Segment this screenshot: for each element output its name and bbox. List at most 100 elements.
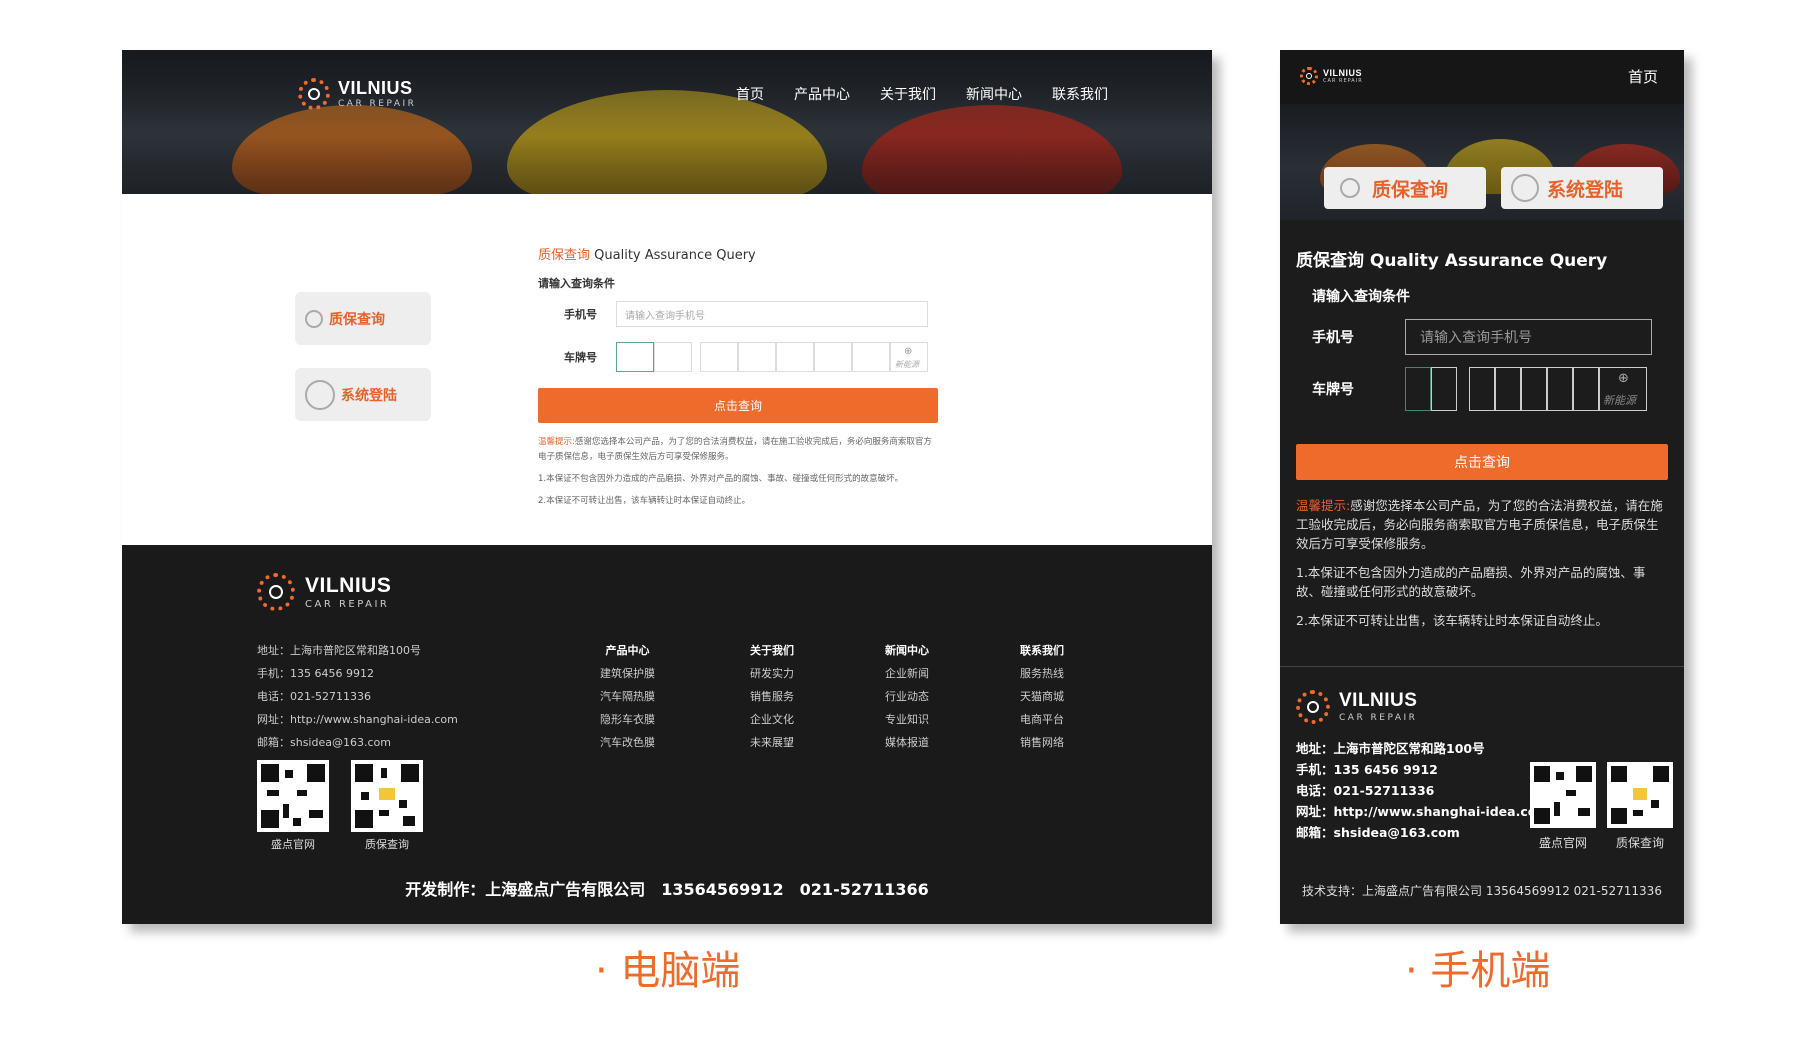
mobile-notice-label: 温馨提示: [1296,498,1351,513]
qr-caption: 盛点官网 [271,838,315,851]
plus-icon: ⊕ [1618,371,1629,386]
mobile-footer-logo[interactable]: VILNIUS CAR REPAIR [1296,690,1417,724]
footer-link[interactable]: 汽车隔热膜 [600,685,655,708]
m-contact-web[interactable]: 网址：http://www.shanghai-idea.com [1296,801,1549,822]
footer-link[interactable]: 电商平台 [1020,708,1064,731]
contact-tel: 电话：021-52711336 [257,690,371,703]
gear-logo-icon [1300,67,1318,85]
plate-cell[interactable] [1573,367,1599,411]
new-energy-label: 新能源 [895,360,919,369]
mobile-title-en: Quality Assurance Query [1369,251,1608,271]
plate-cell[interactable] [616,342,654,372]
plate-cell[interactable] [654,342,692,372]
query-title: 质保查询 Quality Assurance Query [538,244,938,263]
footer-link[interactable]: 企业文化 [750,708,794,731]
mobile-qr-official: 盛点官网 [1530,762,1596,851]
gear-logo-icon [1296,690,1330,724]
qr-caption: 质保查询 [365,838,409,851]
brand-tagline: CAR REPAIR [1339,713,1418,723]
mobile-warranty-button[interactable]: 质保查询 [1324,167,1486,209]
plate-cell[interactable] [1521,367,1547,411]
side-warranty-label: 质保查询 [329,311,385,328]
footer-link[interactable]: 销售网络 [1020,731,1064,754]
plate-cell[interactable] [700,342,738,372]
plate-cell[interactable] [776,342,814,372]
plate-cell[interactable] [1469,367,1495,411]
desktop-logo[interactable]: VILNIUS CAR REPAIR [298,78,416,110]
mobile-nav-home[interactable]: 首页 [1628,66,1658,87]
footer-link[interactable]: 未来展望 [750,731,794,754]
plate-cell[interactable] [1547,367,1573,411]
contact-web[interactable]: 网址：http://www.shanghai-idea.com [257,708,458,731]
footer-link[interactable]: 服务热线 [1020,662,1064,685]
mobile-plate-input[interactable]: ⊕ 新能源 [1405,367,1647,411]
footer-col-contact: 联系我们 服务热线 天猫商城 电商平台 销售网络 [1020,639,1064,754]
mobile-logo[interactable]: VILNIUS CAR REPAIR [1300,67,1363,85]
search-icon [1340,178,1360,198]
notice-label: 温馨提示: [538,437,575,447]
mobile-qr-warranty: 质保查询 [1607,762,1673,851]
footer-link[interactable]: 隐形车衣膜 [600,708,655,731]
qr-code-image [351,760,423,832]
plate-cell[interactable] [1405,367,1431,411]
contact-email[interactable]: 邮箱：shsidea@163.com [257,731,458,754]
footer-contact: 地址：上海市普陀区常和路100号 手机：135 6456 9912 电话：021… [257,639,458,754]
footer-link[interactable]: 企业新闻 [885,662,929,685]
mobile-notice-text: 感谢您选择本公司产品，为了您的合法消费权益，请在施工验收完成后，务必向服务商索取… [1296,498,1663,551]
brand-tagline: CAR REPAIR [338,99,417,109]
nav-news[interactable]: 新闻中心 [966,84,1022,104]
desktop-header-banner: VILNIUS CAR REPAIR 首页 产品中心 关于我们 新闻中心 联系我… [122,50,1212,194]
nav-products[interactable]: 产品中心 [794,84,850,104]
notice-rule-2: 2.本保证不可转让出售，该车辆转让时本保证自动终止。 [538,496,751,506]
desktop-caption: · 电脑端 [595,948,741,994]
mobile-banner: 质保查询 系统登陆 [1280,104,1684,220]
footer-col-heading: 产品中心 [605,644,650,657]
plate-cell[interactable] [814,342,852,372]
footer-link[interactable]: 研发实力 [750,662,794,685]
footer-link[interactable]: 媒体报道 [885,731,929,754]
contact-mobile: 手机：135 6456 9912 [257,667,374,680]
new-energy-cell[interactable]: ⊕ 新能源 [890,342,928,372]
mobile-phone-input[interactable]: 请输入查询手机号 [1405,319,1652,355]
plate-cell[interactable] [852,342,890,372]
mobile-tech-support: 技术支持：上海盛点广告有限公司 13564569912 021-52711336 [1302,884,1662,898]
query-submit-button[interactable]: 点击查询 [538,388,938,423]
footer-link[interactable]: 销售服务 [750,685,794,708]
brand-name: VILNIUS [1323,67,1363,78]
footer-link[interactable]: 天猫商城 [1020,685,1064,708]
footer-link[interactable]: 汽车改色膜 [600,731,655,754]
footer-link[interactable]: 行业动态 [885,685,929,708]
footer-col-products: 产品中心 建筑保护膜 汽车隔热膜 隐形车衣膜 汽车改色膜 [600,639,655,754]
side-login-label: 系统登陆 [341,387,397,404]
plate-cell[interactable] [1495,367,1521,411]
footer-logo[interactable]: VILNIUS CAR REPAIR [257,573,391,611]
mobile-phone-label: 手机号 [1312,330,1354,346]
query-subtitle: 请输入查询条件 [538,277,615,290]
nav-contact[interactable]: 联系我们 [1052,84,1108,104]
new-energy-cell[interactable]: ⊕ 新能源 [1599,367,1647,411]
footer-link[interactable]: 专业知识 [885,708,929,731]
nav-home[interactable]: 首页 [736,84,764,104]
mobile-footer-contact: 地址：上海市普陀区常和路100号 手机：135 6456 9912 电话：021… [1296,738,1549,843]
plate-cell[interactable] [1431,367,1457,411]
side-warranty-button[interactable]: 质保查询 [295,292,431,345]
brand-tagline: CAR REPAIR [1323,77,1363,84]
desktop-nav: 首页 产品中心 关于我们 新闻中心 联系我们 [736,84,1108,104]
m-contact-tel: 电话：021-52711336 [1296,783,1435,798]
plate-input[interactable]: ⊕ 新能源 [616,342,928,372]
phone-input[interactable]: 请输入查询手机号 [616,301,928,327]
m-contact-email[interactable]: 邮箱：shsidea@163.com [1296,822,1549,843]
mobile-login-button[interactable]: 系统登陆 [1501,167,1663,209]
mobile-login-label: 系统登陆 [1547,178,1624,201]
mobile-notice-rule-1: 1.本保证不包含因外力造成的产品磨损、外界对产品的腐蚀、事故、碰撞或任何形式的故… [1296,565,1646,599]
nav-about[interactable]: 关于我们 [880,84,936,104]
mobile-warranty-label: 质保查询 [1372,178,1449,201]
side-login-button[interactable]: 系统登陆 [295,368,431,421]
mobile-divider [1280,666,1684,667]
footer-link[interactable]: 建筑保护膜 [600,662,655,685]
search-icon [305,309,323,328]
plate-cell[interactable] [738,342,776,372]
mobile-phone-placeholder: 请输入查询手机号 [1420,330,1532,346]
phone-placeholder: 请输入查询手机号 [625,310,705,322]
mobile-query-submit-button[interactable]: 点击查询 [1296,444,1668,480]
